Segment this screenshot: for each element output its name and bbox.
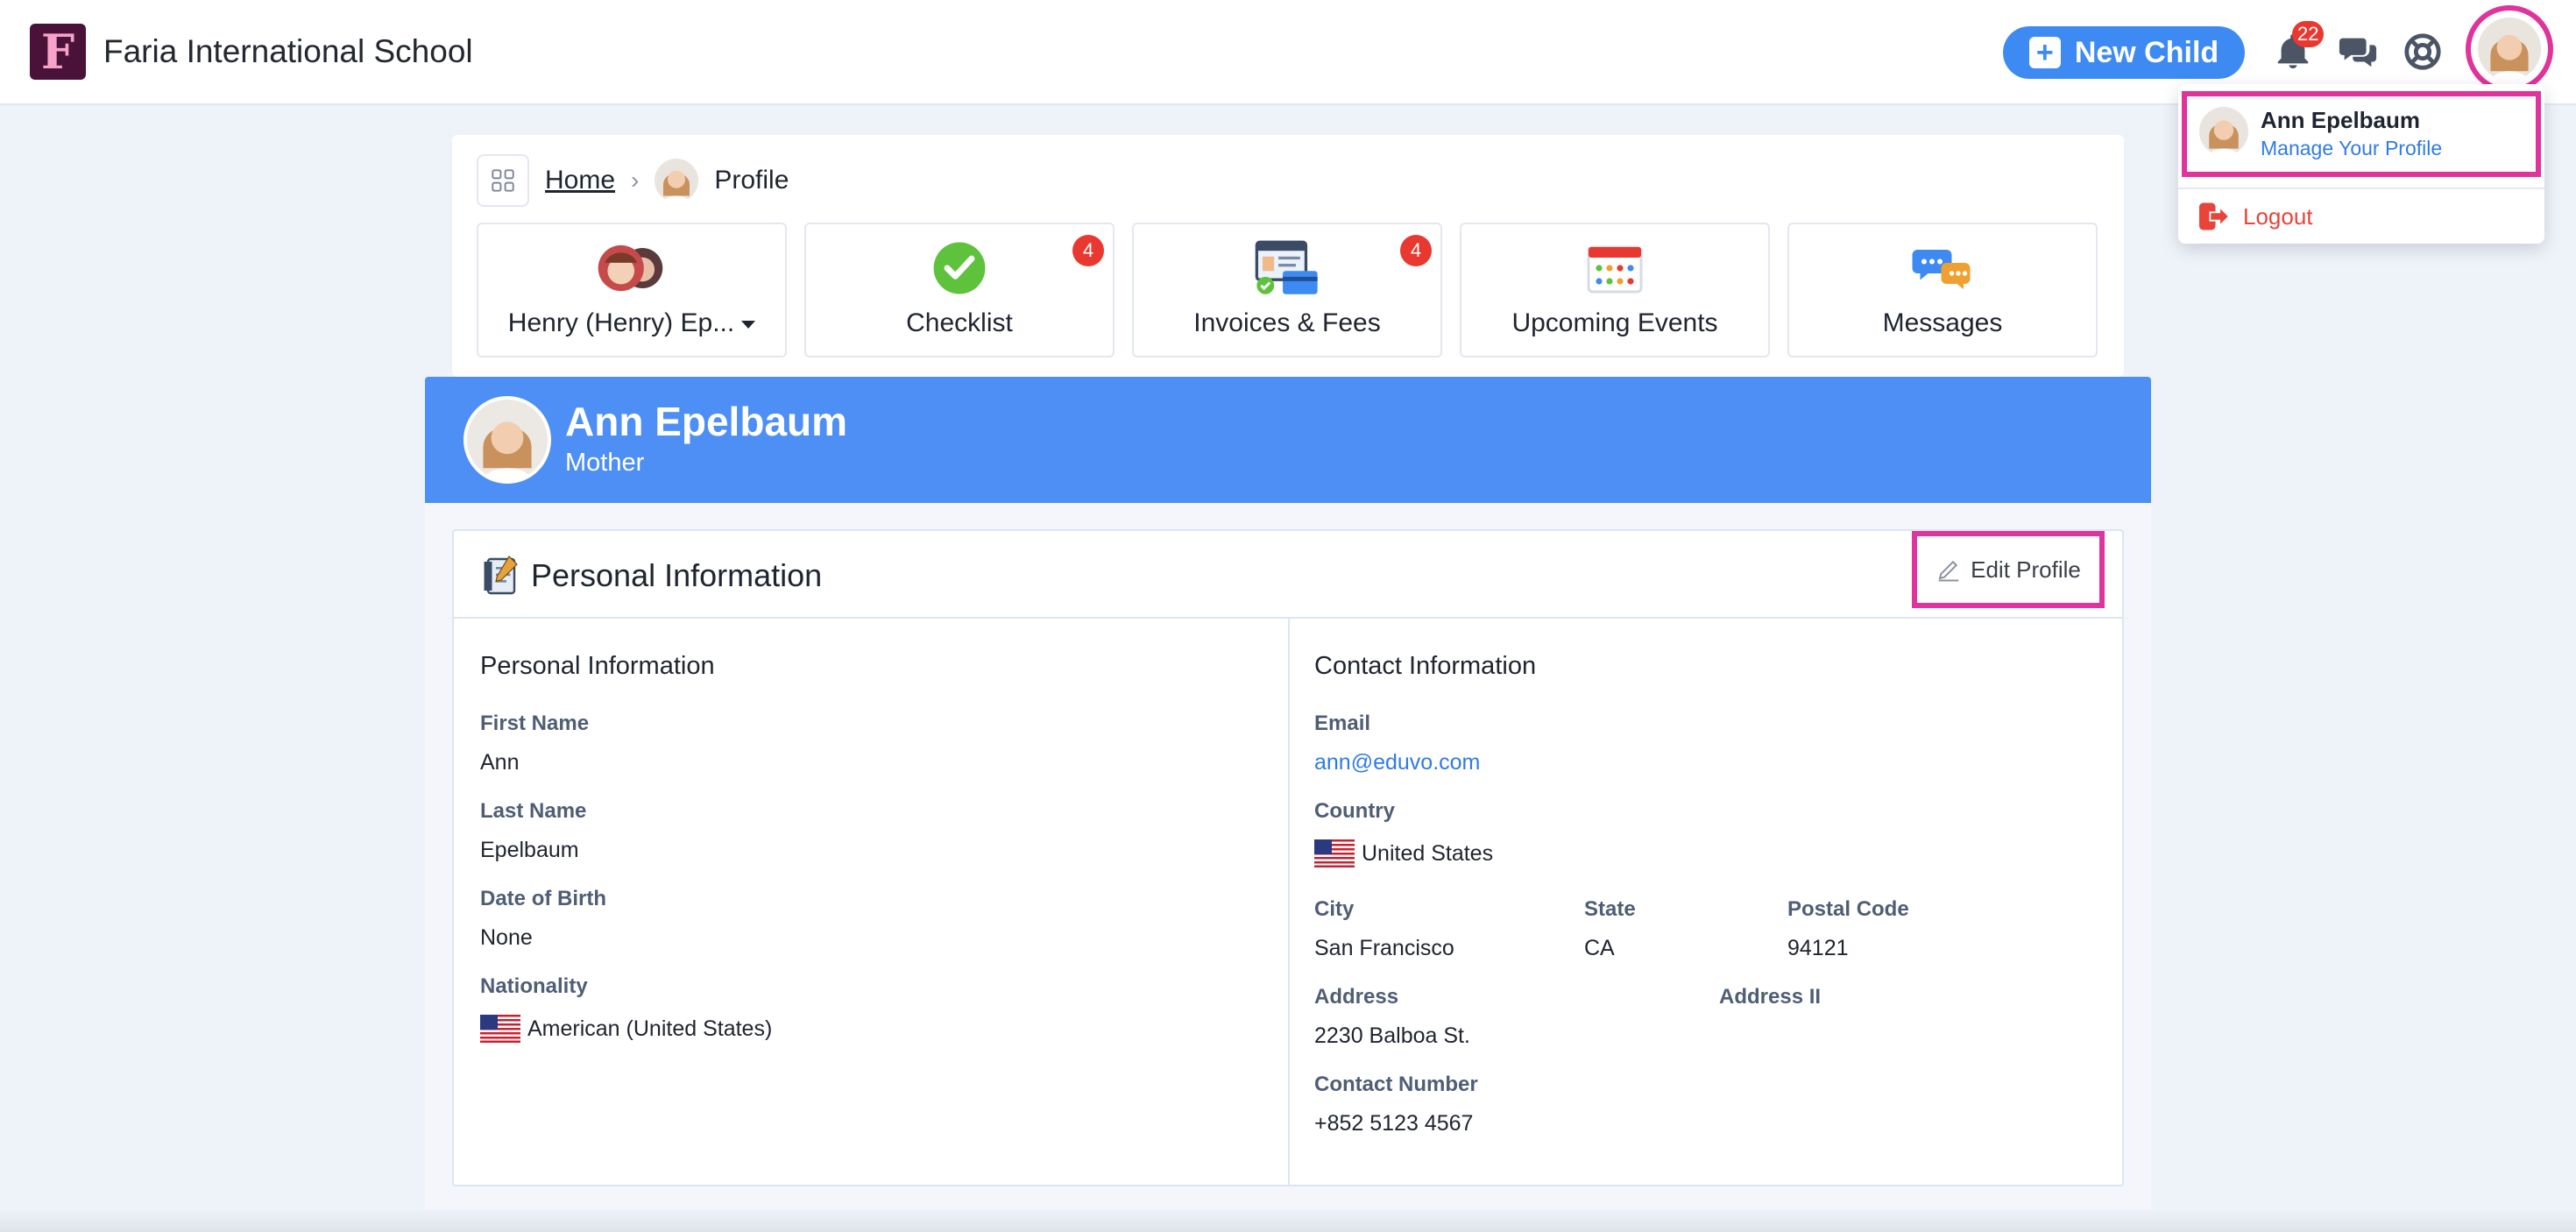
- apps-grid-button[interactable]: [477, 154, 529, 207]
- city-value: San Francisco: [1314, 936, 1454, 960]
- email-link[interactable]: ann@eduvo.com: [1314, 750, 1480, 775]
- postal-code-label: Postal Code: [1787, 897, 1909, 921]
- card-header: Personal Information Edit Profile: [454, 531, 2122, 619]
- contact-section-title: Contact Information: [1314, 652, 1537, 680]
- us-flag-icon: [1314, 839, 1355, 867]
- us-flag-icon: [480, 1015, 520, 1043]
- invoice-card-icon: [1254, 240, 1320, 296]
- checklist-badge: 4: [1072, 235, 1104, 266]
- tile-label: Henry (Henry) Ep...: [508, 308, 756, 338]
- user-avatar-button[interactable]: [2466, 5, 2553, 93]
- contact-number-label: Contact Number: [1314, 1073, 1478, 1096]
- tile-label: Upcoming Events: [1511, 308, 1718, 337]
- avatar: [467, 400, 548, 480]
- help-lifebuoy-icon[interactable]: [2403, 32, 2443, 72]
- address-label: Address: [1314, 985, 1399, 1009]
- grid-icon: [492, 169, 514, 192]
- tile-label: Messages: [1882, 308, 2003, 337]
- profile-avatar: [464, 396, 551, 484]
- nationality-value: American (United States): [480, 1015, 772, 1043]
- column-divider: [1288, 619, 1290, 1186]
- divider: [2178, 188, 2544, 189]
- navigation-card: Home › Profile Henry (Henry) Ep... 4 Che…: [452, 135, 2124, 377]
- personal-information-card: Personal Information Edit Profile Person…: [452, 529, 2124, 1186]
- new-child-button[interactable]: + New Child: [2003, 26, 2245, 79]
- avatar: [2199, 107, 2248, 156]
- breadcrumb: Home › Profile: [477, 154, 789, 207]
- country-value: United States: [1314, 839, 1493, 867]
- profile-banner: Ann Epelbaum Mother: [425, 377, 2151, 503]
- dob-label: Date of Birth: [480, 887, 606, 910]
- chat-icon[interactable]: [2338, 32, 2378, 72]
- city-label: City: [1314, 897, 1355, 921]
- user-menu-dropdown: Ann Epelbaum Manage Your Profile Logout: [2178, 84, 2544, 244]
- notebook-icon: [484, 556, 518, 595]
- edit-profile-label: Edit Profile: [1971, 556, 2081, 583]
- tile-upcoming-events[interactable]: Upcoming Events: [1460, 223, 1770, 358]
- email-label: Email: [1314, 712, 1371, 735]
- nationality-label: Nationality: [480, 974, 588, 998]
- school-name: Faria International School: [103, 33, 473, 69]
- pencil-icon: [1938, 560, 1959, 582]
- breadcrumb-current: Profile: [714, 166, 789, 195]
- page-bottom-edge: [0, 1209, 2576, 1232]
- children-avatars-icon: [591, 240, 672, 296]
- last-name-label: Last Name: [480, 799, 587, 823]
- first-name-value: Ann: [480, 750, 520, 775]
- country-label: Country: [1314, 799, 1395, 823]
- last-name-value: Epelbaum: [480, 838, 579, 862]
- new-child-label: New Child: [2074, 35, 2219, 69]
- breadcrumb-home-link[interactable]: Home: [545, 166, 615, 195]
- state-value: CA: [1584, 936, 1615, 960]
- address-2-label: Address II: [1719, 985, 1822, 1009]
- caret-down-icon: [741, 320, 756, 329]
- dob-value: None: [480, 925, 533, 950]
- school-logo[interactable]: F: [30, 24, 86, 80]
- edit-profile-button[interactable]: Edit Profile: [1912, 531, 2105, 608]
- invoices-badge: 4: [1400, 235, 1432, 266]
- tile-checklist[interactable]: 4 Checklist: [804, 223, 1115, 358]
- quick-links: Henry (Henry) Ep... 4 Checklist 4 Invoic…: [477, 223, 2098, 358]
- card-title: Personal Information: [531, 557, 823, 593]
- contact-number-value: +852 5123 4567: [1314, 1111, 1474, 1136]
- manage-profile-item[interactable]: Ann Epelbaum Manage Your Profile: [2182, 91, 2541, 177]
- tile-label: Invoices & Fees: [1193, 308, 1381, 337]
- tile-label: Checklist: [906, 308, 1013, 337]
- chat-bubbles-icon: [1912, 240, 1973, 296]
- notification-badge: 22: [2292, 21, 2325, 47]
- profile-role: Mother: [565, 449, 645, 477]
- menu-user-name: Ann Epelbaum: [2261, 107, 2421, 133]
- tile-children-selector[interactable]: Henry (Henry) Ep...: [477, 223, 787, 358]
- calendar-icon: [1586, 240, 1644, 296]
- chevron-right-icon: ›: [631, 166, 640, 194]
- tile-messages[interactable]: Messages: [1787, 223, 2098, 358]
- manage-profile-link[interactable]: Manage Your Profile: [2261, 137, 2442, 160]
- checkmark-icon: [932, 240, 987, 296]
- first-name-label: First Name: [480, 712, 590, 735]
- personal-section-title: Personal Information: [480, 652, 715, 680]
- postal-code-value: 94121: [1787, 936, 1849, 960]
- tile-invoices-fees[interactable]: 4 Invoices & Fees: [1132, 223, 1442, 358]
- avatar: [2478, 18, 2541, 81]
- logout-button[interactable]: Logout: [2197, 196, 2313, 237]
- avatar: [655, 159, 699, 202]
- logout-label: Logout: [2243, 202, 2313, 230]
- logout-icon: [2199, 202, 2231, 230]
- address-value: 2230 Balboa St.: [1314, 1023, 1470, 1048]
- profile-name: Ann Epelbaum: [565, 399, 848, 444]
- plus-icon: +: [2028, 37, 2061, 68]
- state-label: State: [1584, 897, 1636, 921]
